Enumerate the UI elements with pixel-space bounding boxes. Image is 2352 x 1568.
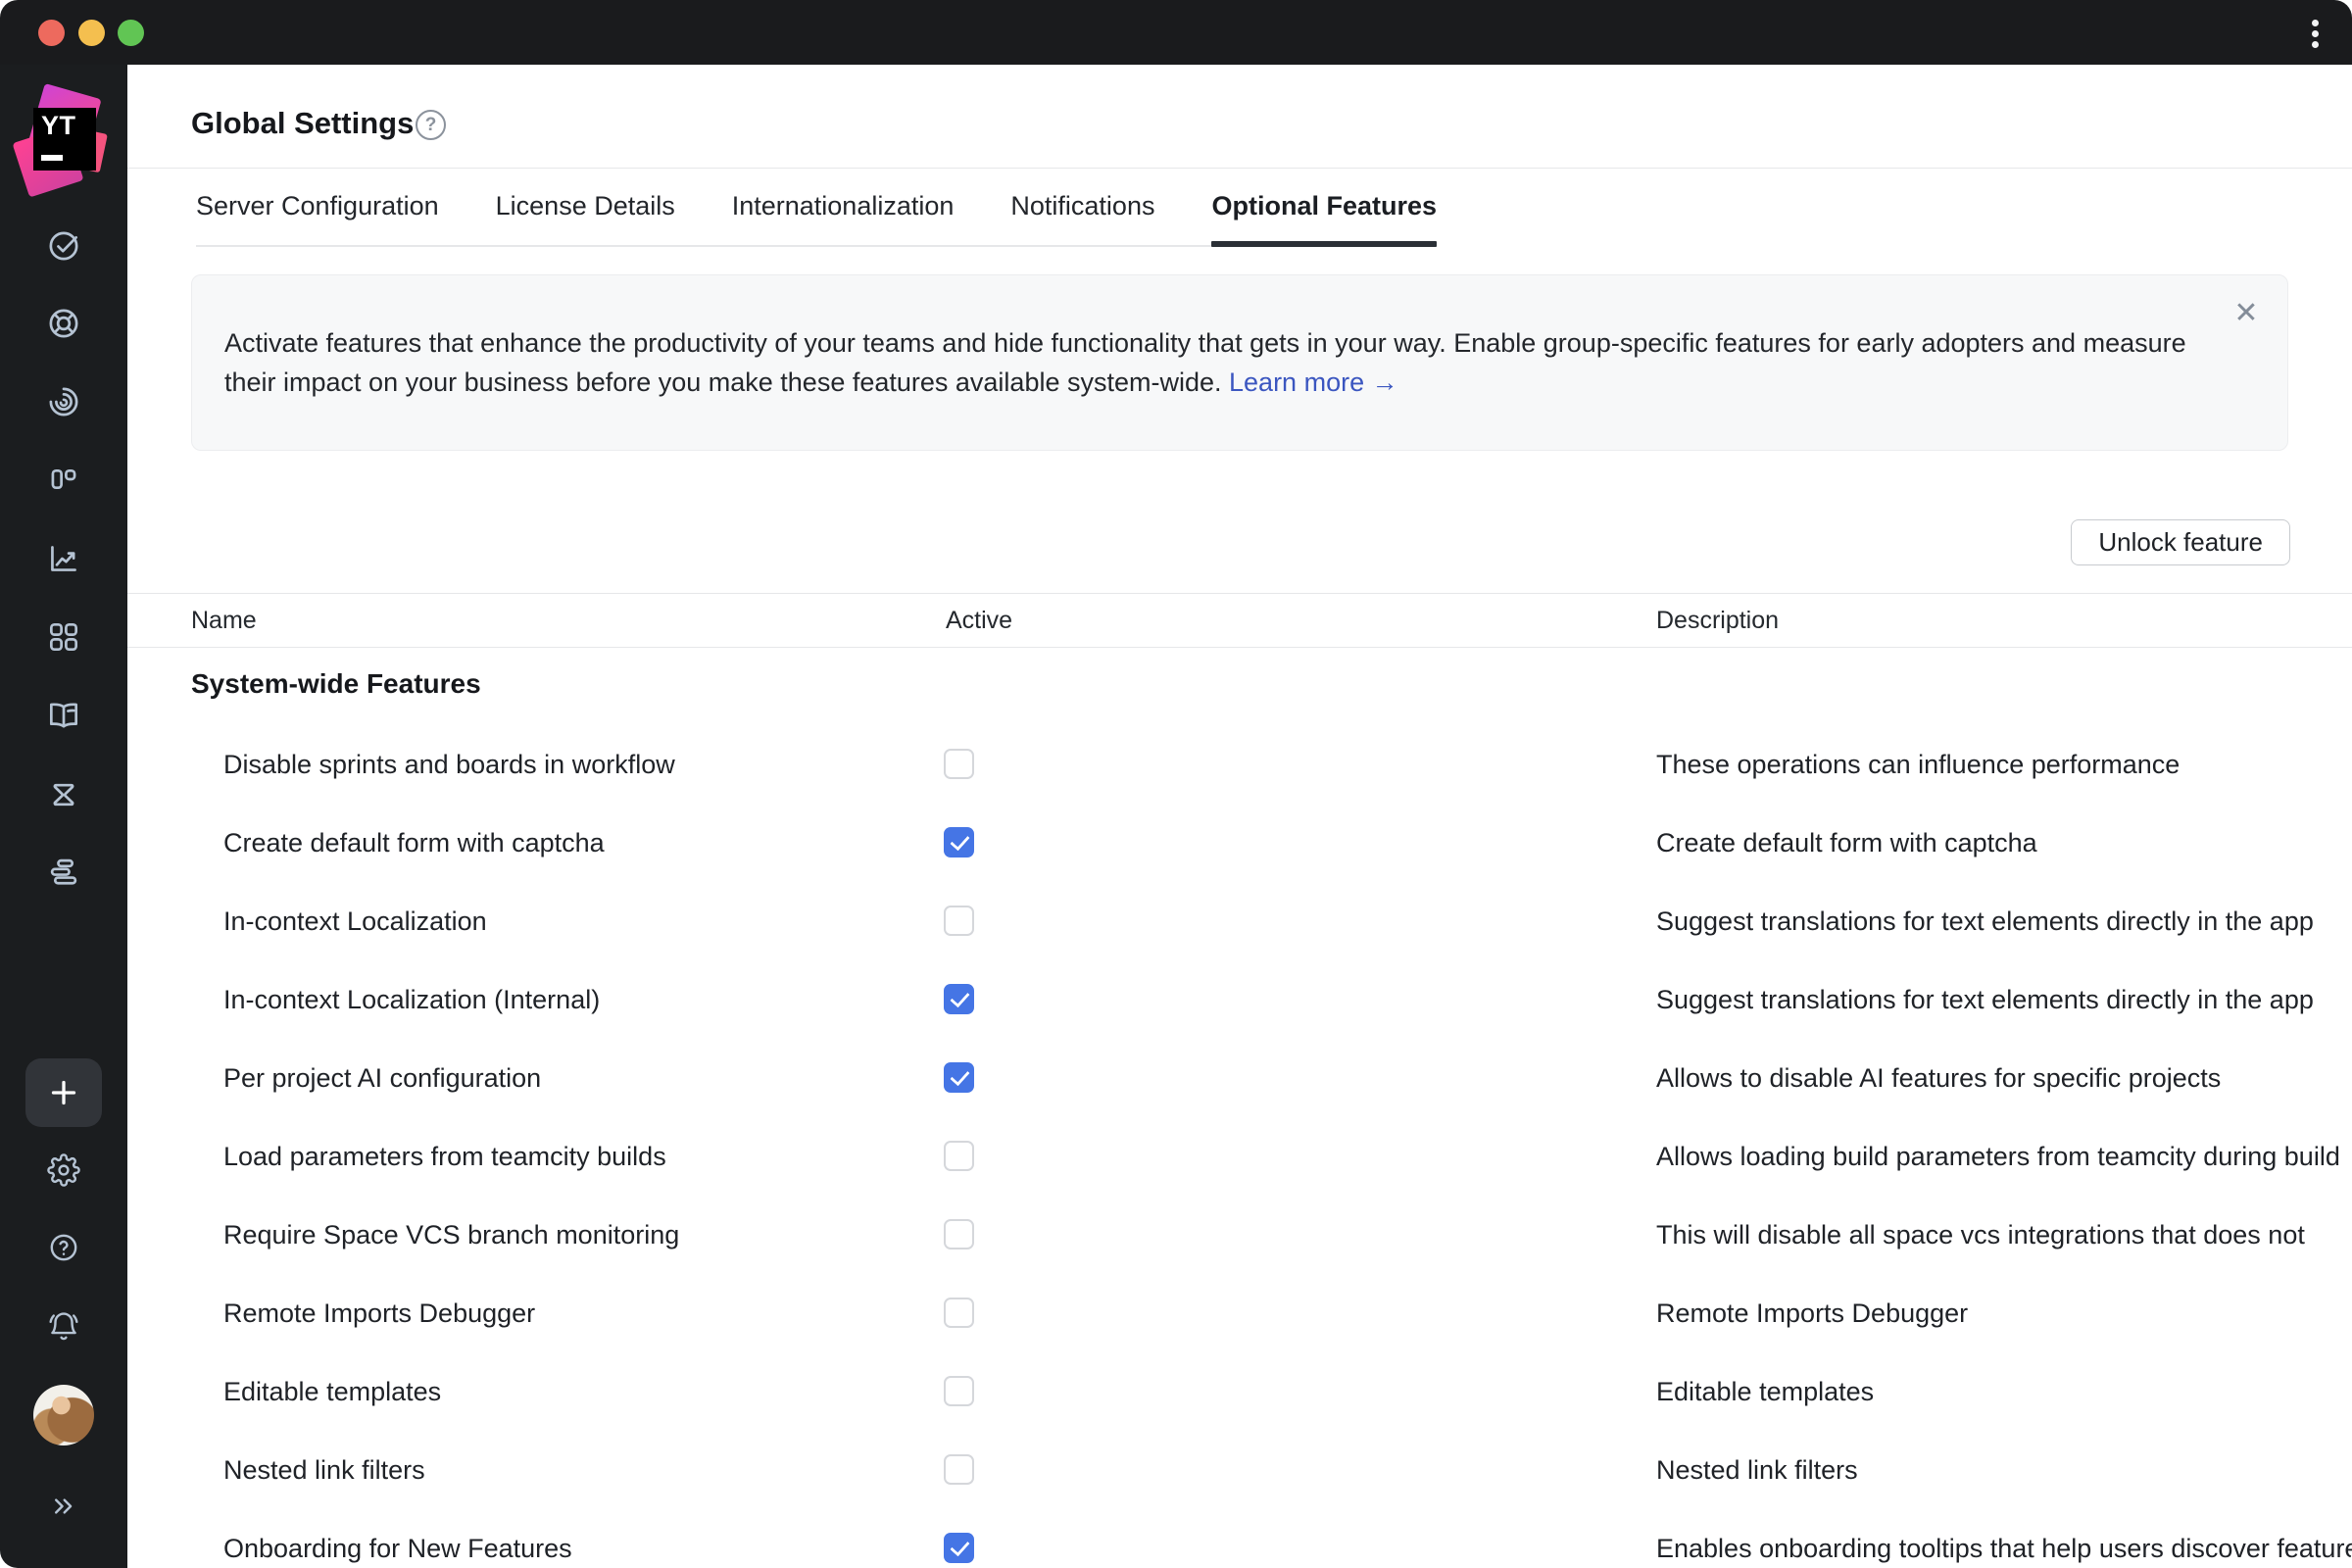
agile-board-icon[interactable] <box>45 461 82 498</box>
feature-description: This will disable all space vcs integrat… <box>1656 1196 2305 1274</box>
section-title: System-wide Features <box>191 668 481 700</box>
tab-optional-features[interactable]: Optional Features <box>1211 169 1437 245</box>
feature-active-checkbox[interactable] <box>944 749 974 779</box>
feature-name: Per project AI configuration <box>223 1039 541 1117</box>
hourglass-icon[interactable] <box>45 776 82 813</box>
feature-description: Remote Imports Debugger <box>1656 1274 1968 1352</box>
kebab-menu-icon[interactable] <box>2301 12 2328 55</box>
feature-name: Remote Imports Debugger <box>223 1274 535 1352</box>
youtrack-logo[interactable]: YT <box>22 92 104 196</box>
tab-license-details[interactable]: License Details <box>496 169 675 245</box>
table-row: Disable sprints and boards in workflow Th… <box>127 725 2352 804</box>
tab-internationalization[interactable]: Internationalization <box>732 169 955 245</box>
page-title: Global Settings <box>191 106 414 141</box>
table-row: In-context Localization Suggest translati… <box>127 882 2352 960</box>
logo-underscore <box>41 155 63 161</box>
feature-name: Disable sprints and boards in workflow <box>223 725 675 804</box>
table-row: Require Space VCS branch monitoring This … <box>127 1196 2352 1274</box>
unlock-feature-button[interactable]: Unlock feature <box>2071 519 2290 565</box>
lifebuoy-icon[interactable] <box>45 305 82 342</box>
banner-message: Activate features that enhance the produ… <box>224 328 2186 397</box>
gantt-bars-icon[interactable] <box>45 854 82 891</box>
table-row: Load parameters from teamcity builds Allo… <box>127 1117 2352 1196</box>
column-header-name: Name <box>191 594 257 647</box>
tab-server-configuration[interactable]: Server Configuration <box>196 169 439 245</box>
feature-description: Allows to disable AI features for specif… <box>1656 1039 2221 1117</box>
feature-active-checkbox[interactable] <box>944 1533 974 1563</box>
feature-description: Allows loading build parameters from tea… <box>1656 1117 2340 1196</box>
logo-text: YT <box>41 111 76 141</box>
table-row: In-context Localization (Internal) Sugges… <box>127 960 2352 1039</box>
logo-block: YT <box>33 108 96 171</box>
learn-more-link[interactable]: Learn more → <box>1229 368 1398 397</box>
zoom-window-button[interactable] <box>118 20 144 46</box>
feature-description: These operations can influence performan… <box>1656 725 2180 804</box>
tab-bar: Server Configuration License Details Inter… <box>196 169 1437 247</box>
expand-chevrons-icon[interactable] <box>45 1488 82 1525</box>
column-header-active: Active <box>946 594 1012 647</box>
apps-grid-icon[interactable] <box>45 618 82 656</box>
info-banner: Activate features that enhance the produ… <box>191 274 2288 451</box>
feature-description: Suggest translations for text elements d… <box>1656 960 2314 1039</box>
feature-active-checkbox[interactable] <box>944 1376 974 1406</box>
feature-description: Create default form with captcha <box>1656 804 2037 882</box>
bell-icon[interactable] <box>45 1308 82 1346</box>
feature-active-checkbox[interactable] <box>944 906 974 936</box>
trend-chart-icon[interactable] <box>45 540 82 577</box>
user-avatar[interactable] <box>33 1385 94 1446</box>
titlebar <box>0 0 2352 65</box>
main-content: Global Settings ? Server Configuration Li… <box>127 65 2352 1568</box>
feature-active-checkbox[interactable] <box>944 1454 974 1485</box>
feature-name: Require Space VCS branch monitoring <box>223 1196 679 1274</box>
help-icon[interactable] <box>45 1229 82 1266</box>
banner-text: Activate features that enhance the produ… <box>224 275 2193 450</box>
table-row: Onboarding for New Features Enables onboa… <box>127 1509 2352 1568</box>
column-header-description: Description <box>1656 594 1779 647</box>
help-circle-icon[interactable]: ? <box>416 110 446 140</box>
feature-name: In-context Localization (Internal) <box>223 960 600 1039</box>
feature-active-checkbox[interactable] <box>944 827 974 858</box>
feature-name: Load parameters from teamcity builds <box>223 1117 666 1196</box>
feature-description: Editable templates <box>1656 1352 1874 1431</box>
feature-active-checkbox[interactable] <box>944 1298 974 1328</box>
gear-icon[interactable] <box>45 1152 82 1189</box>
feature-active-checkbox[interactable] <box>944 1141 974 1171</box>
feature-name: Create default form with captcha <box>223 804 605 882</box>
knowledge-book-icon[interactable] <box>45 697 82 734</box>
feature-table: Disable sprints and boards in workflow Th… <box>127 725 2352 1568</box>
table-row: Remote Imports Debugger Remote Imports De… <box>127 1274 2352 1352</box>
feature-active-checkbox[interactable] <box>944 1219 974 1250</box>
table-row: Create default form with captcha Create d… <box>127 804 2352 882</box>
swirl-icon[interactable] <box>45 383 82 420</box>
table-row: Editable templates Editable templates <box>127 1352 2352 1431</box>
sidebar: YT <box>0 65 127 1568</box>
task-check-icon[interactable] <box>45 227 82 265</box>
table-row: Per project AI configuration Allows to di… <box>127 1039 2352 1117</box>
feature-name: Editable templates <box>223 1352 441 1431</box>
close-window-button[interactable] <box>38 20 65 46</box>
feature-description: Suggest translations for text elements d… <box>1656 882 2314 960</box>
minimize-window-button[interactable] <box>78 20 105 46</box>
feature-description: Enables onboarding tooltips that help us… <box>1656 1509 2352 1568</box>
tab-notifications[interactable]: Notifications <box>1010 169 1154 245</box>
feature-description: Nested link filters <box>1656 1431 1858 1509</box>
close-icon[interactable]: ✕ <box>2227 293 2266 332</box>
feature-name: In-context Localization <box>223 882 487 960</box>
feature-active-checkbox[interactable] <box>944 1062 974 1093</box>
feature-active-checkbox[interactable] <box>944 984 974 1014</box>
table-header: Name Active Description <box>127 593 2352 648</box>
table-row: Nested link filters Nested link filters <box>127 1431 2352 1509</box>
plus-icon[interactable] <box>25 1058 102 1127</box>
feature-name: Nested link filters <box>223 1431 425 1509</box>
feature-name: Onboarding for New Features <box>223 1509 572 1568</box>
app-window: YT <box>0 0 2352 1568</box>
